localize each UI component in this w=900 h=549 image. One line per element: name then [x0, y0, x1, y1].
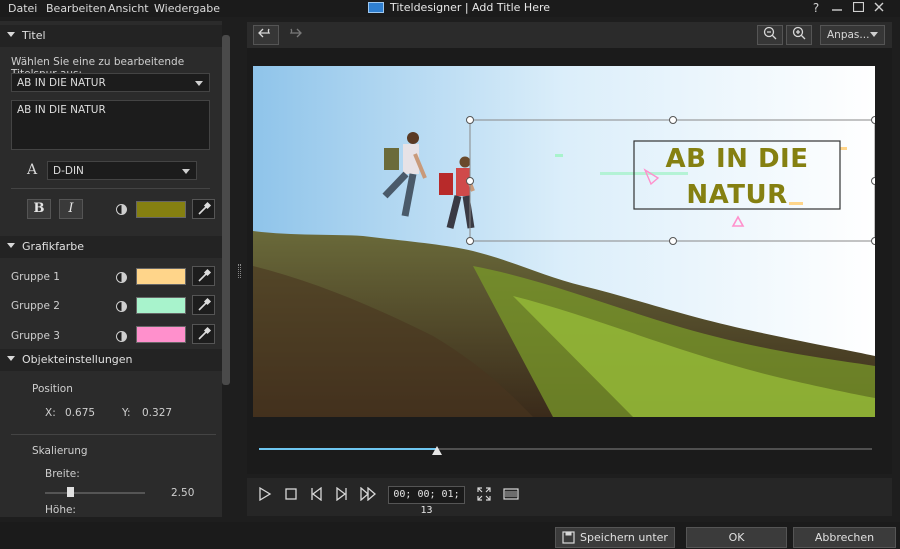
divider: [11, 434, 216, 435]
dialog-button-bar: Speichern unter OK Abbrechen: [0, 522, 900, 549]
track-select[interactable]: AB IN DIE NATUR: [11, 73, 210, 92]
section-titel-label: Titel: [22, 29, 46, 42]
eyedropper-icon[interactable]: [192, 295, 215, 315]
group-2-color-swatch[interactable]: [136, 297, 186, 314]
next-frame-icon[interactable]: [335, 486, 349, 505]
section-titel-header[interactable]: Titel: [0, 25, 222, 47]
scene-image: [253, 66, 875, 417]
chevron-down-icon: [182, 169, 190, 174]
x-value[interactable]: 0.675: [65, 407, 95, 419]
timeline-progress: [259, 448, 437, 450]
zoom-fit-select[interactable]: Anpas...: [820, 25, 885, 45]
preview-toolbar: Anpas...: [247, 22, 892, 48]
group-2-label: Gruppe 2: [11, 300, 60, 312]
width-slider-track[interactable]: [45, 492, 145, 494]
title-text-area[interactable]: AB IN DIE NATUR: [11, 100, 210, 150]
font-select[interactable]: D-DIN: [47, 161, 197, 180]
track-select-value: AB IN DIE NATUR: [17, 77, 106, 89]
group-1-color-swatch[interactable]: [136, 268, 186, 285]
video-preview[interactable]: AB IN DIE NATUR: [253, 66, 875, 417]
scale-label: Skalierung: [32, 445, 88, 457]
group-1-label: Gruppe 1: [11, 271, 60, 283]
opacity-icon[interactable]: [116, 204, 127, 215]
y-label: Y:: [122, 407, 131, 419]
height-label: Höhe:: [45, 504, 76, 516]
group-3-label: Gruppe 3: [11, 330, 60, 342]
play-icon[interactable]: [258, 486, 272, 505]
app-title: Titeldesigner | Add Title Here: [368, 1, 550, 14]
stop-icon[interactable]: [284, 487, 298, 505]
menu-ansicht[interactable]: Ansicht: [108, 2, 149, 15]
chevron-down-icon: [870, 32, 878, 37]
width-slider-thumb[interactable]: [67, 487, 74, 497]
preview-title-line-2: NATUR: [686, 180, 788, 210]
section-objekt-label: Objekteinstellungen: [22, 353, 133, 366]
cancel-button[interactable]: Abbrechen: [793, 527, 896, 548]
opacity-icon[interactable]: [116, 272, 127, 283]
divider: [11, 188, 210, 189]
menu-datei[interactable]: Datei: [8, 2, 37, 15]
collapse-arrow-icon: [7, 243, 15, 248]
fast-forward-icon[interactable]: [360, 486, 378, 505]
graphic-dash-2: [840, 147, 847, 150]
bold-button[interactable]: B: [27, 199, 51, 219]
position-label: Position: [32, 383, 73, 395]
opacity-icon[interactable]: [116, 331, 127, 342]
undo-icon[interactable]: [253, 25, 279, 45]
splitter-handle[interactable]: [238, 264, 241, 278]
x-label: X:: [45, 407, 56, 419]
properties-panel: Titel Wählen Sie eine zu bearbeitende Ti…: [0, 21, 222, 517]
graphic-dash-1: [555, 154, 563, 157]
width-label: Breite:: [45, 468, 80, 480]
collapse-arrow-icon: [7, 356, 15, 361]
redo-icon[interactable]: [281, 25, 307, 45]
close-icon[interactable]: [871, 1, 887, 15]
menu-wiedergabe[interactable]: Wiedergabe: [154, 2, 220, 15]
y-value[interactable]: 0.327: [142, 407, 172, 419]
previous-frame-icon[interactable]: [309, 486, 323, 505]
timeline-area: [247, 434, 892, 474]
preview-title-line-1: AB IN DIE: [665, 144, 809, 174]
section-objekt-header[interactable]: Objekteinstellungen: [0, 349, 222, 371]
title-text-value: AB IN DIE NATUR: [17, 104, 106, 116]
help-icon[interactable]: ?: [808, 1, 824, 15]
panel-scrollbar[interactable]: [222, 35, 230, 385]
eyedropper-icon[interactable]: [192, 324, 215, 344]
window-title: Titeldesigner | Add Title Here: [390, 1, 551, 14]
collapse-arrow-icon: [7, 32, 15, 37]
zoom-fit-label: Anpas...: [827, 29, 870, 41]
opacity-icon[interactable]: [116, 301, 127, 312]
menu-bearbeiten[interactable]: Bearbeiten: [46, 2, 106, 15]
maximize-icon[interactable]: [850, 1, 866, 15]
chevron-down-icon: [195, 81, 203, 86]
width-value[interactable]: 2.50: [171, 487, 194, 499]
fullscreen-icon[interactable]: [477, 487, 491, 505]
font-select-value: D-DIN: [53, 165, 84, 177]
app-logo-icon: [368, 2, 384, 13]
group-3-color-swatch[interactable]: [136, 326, 186, 343]
title-bar: Datei Bearbeiten Ansicht Wiedergabe Tite…: [0, 0, 900, 17]
minimize-icon[interactable]: [829, 0, 845, 14]
font-icon: A: [27, 162, 38, 178]
zoom-out-icon[interactable]: [757, 25, 783, 45]
eyedropper-icon[interactable]: [192, 199, 215, 219]
section-grafikfarbe-header[interactable]: Grafikfarbe: [0, 236, 222, 258]
zoom-in-icon[interactable]: [786, 25, 812, 45]
save-icon: [562, 531, 575, 544]
save-as-label: Speichern unter: [580, 531, 668, 544]
preview-title-text[interactable]: AB IN DIE NATUR: [634, 141, 840, 213]
section-grafikfarbe-label: Grafikfarbe: [22, 240, 84, 253]
ok-button[interactable]: OK: [686, 527, 787, 548]
italic-button[interactable]: I: [59, 199, 83, 219]
safe-area-icon[interactable]: [503, 487, 519, 505]
text-color-swatch[interactable]: [136, 201, 186, 218]
timecode-display[interactable]: 00; 00; 01; 13: [388, 486, 465, 516]
eyedropper-icon[interactable]: [192, 266, 215, 286]
playhead[interactable]: [432, 446, 442, 455]
playback-controls: 00; 00; 01; 13: [247, 478, 892, 516]
save-as-button[interactable]: Speichern unter: [555, 527, 675, 548]
